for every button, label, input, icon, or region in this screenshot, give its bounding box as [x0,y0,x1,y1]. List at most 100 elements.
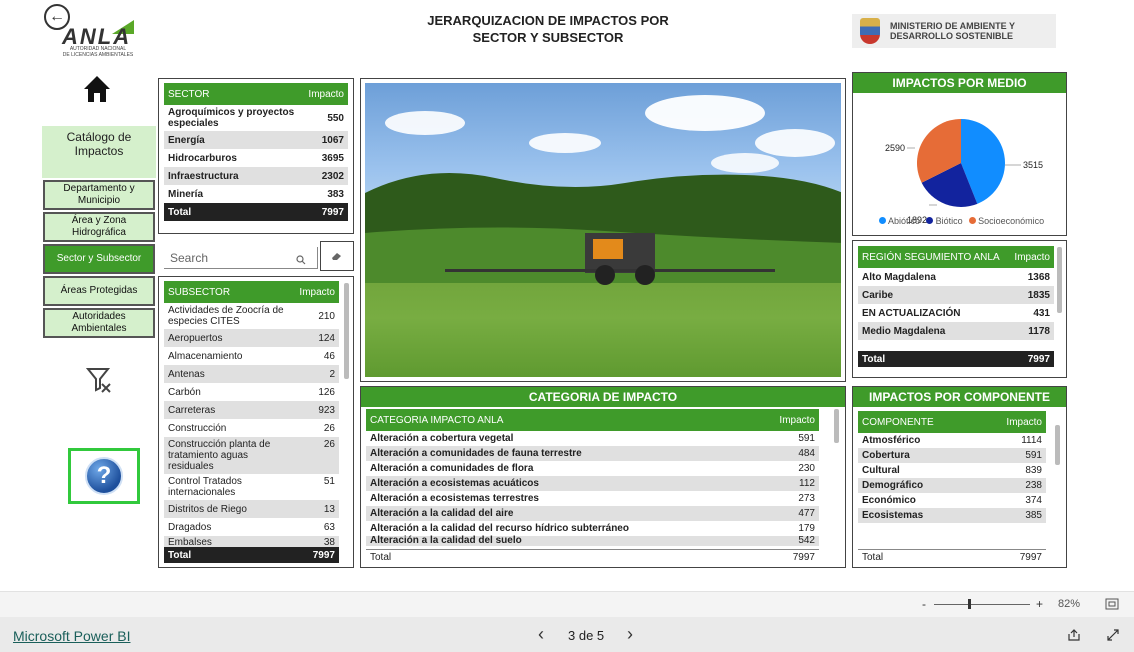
column-header[interactable]: Impacto [1010,246,1054,268]
eraser-icon [332,253,341,260]
table-row[interactable]: Caribe 1835 [858,286,1054,304]
search-slicer [158,241,354,271]
table-row[interactable]: Cobertura 591 [858,448,1046,463]
fullscreen-icon[interactable] [1106,628,1120,642]
table-row[interactable]: Actividades de Zoocría de especies CITES… [164,303,339,329]
anla-logo: ANLA AUTORIDAD NACIONAL DE LICENCIAS AMB… [52,14,144,58]
data-label-abiotico: 3515 [1023,160,1043,170]
total-row: Total 7997 [858,351,1054,367]
sector-table: SECTOR Impacto Agroquímicos y proyectos … [164,83,348,221]
clear-filter-icon[interactable] [86,366,112,394]
column-header[interactable]: REGIÓN SEGUMIENTO ANLA [858,246,1011,268]
column-header[interactable]: COMPONENTE [858,411,1000,433]
categoria-impacto-panel: CATEGORIA DE IMPACTO CATEGORIA IMPACTO A… [360,386,846,568]
pie-chart[interactable]: 2590 3515 1892 [853,93,1066,233]
table-row[interactable]: Construcción planta de tratamiento aguas… [164,437,339,474]
impactos-por-medio-panel: IMPACTOS POR MEDIO 2590 3515 1892 Abióti… [852,72,1067,236]
table-row[interactable]: Antenas 2 [164,365,339,383]
zoom-in-button[interactable]: + [1036,597,1043,611]
table-row[interactable]: Demográfico 238 [858,478,1046,493]
zoom-bar: - + 82% [0,591,1134,617]
nav-area-zona-hidrografica[interactable]: Área y Zona Hidrográfica [43,212,155,242]
scrollbar[interactable] [1057,247,1062,313]
total-row: Total 7997 [164,203,348,221]
table-row[interactable]: Energía 1067 [164,131,348,149]
scrollbar[interactable] [344,283,349,379]
ministry-logo: MINISTERIO DE AMBIENTE Y DESARROLLO SOST… [852,14,1056,48]
fit-to-page-icon[interactable] [1105,598,1119,610]
logo-subtitle: AUTORIDAD NACIONAL DE LICENCIAS AMBIENTA… [62,46,134,58]
table-row[interactable]: Carreteras 923 [164,401,339,419]
home-icon[interactable] [82,74,112,104]
legend-item[interactable]: Socioeconómico [968,216,1044,226]
table-row[interactable]: Aeropuertos 124 [164,329,339,347]
coat-of-arms-icon [860,18,880,44]
table-row[interactable]: Atmosférico 1114 [858,433,1046,448]
power-bi-link[interactable]: Microsoft Power BI [13,628,130,644]
page-indicator: 3 de 5 [568,628,605,643]
table-row[interactable]: Distritos de Riego 13 [164,500,339,518]
help-icon: ? [85,457,123,495]
table-row[interactable]: Carbón 126 [164,383,339,401]
next-page-button[interactable]: › [627,624,633,645]
zoom-slider-thumb[interactable] [968,599,971,609]
eraser-button[interactable] [320,241,354,271]
table-row[interactable]: Alteración a cobertura vegetal 591 [366,431,819,446]
help-button[interactable]: ? [68,448,140,504]
table-row[interactable]: Almacenamiento 46 [164,347,339,365]
scrollbar[interactable] [1055,425,1060,465]
total-row: Total 7997 [164,547,339,563]
zoom-slider[interactable] [934,604,1030,605]
legend-item[interactable]: Biótico [926,216,963,226]
table-row[interactable]: Medio Magdalena 1178 [858,322,1054,340]
table-row[interactable]: Alteración a ecosistemas terrestres 273 [366,491,819,506]
data-label-socio: 2590 [885,143,905,153]
nav-sector-subsector[interactable]: Sector y Subsector [43,244,155,274]
nav-autoridades-ambientales[interactable]: Autoridades Ambientales [43,308,155,338]
table-row[interactable]: Infraestructura 2302 [164,167,348,185]
nav-departamento-municipio[interactable]: Departamento y Municipio [43,180,155,210]
panel-title: IMPACTOS POR COMPONENTE [853,387,1066,407]
column-header[interactable]: Impacto [769,409,819,431]
column-header[interactable]: SECTOR [164,83,305,105]
column-header[interactable]: Impacto [304,83,348,105]
table-row[interactable]: Alteración a ecosistemas acuáticos 112 [366,476,819,491]
total-row: Total 7997 [858,549,1046,565]
share-icon[interactable] [1067,628,1081,642]
legend-item[interactable]: Abiótico [879,216,920,226]
legend: Abiótico Biótico Socioeconómico [879,216,1044,226]
table-row[interactable]: Alteración a la calidad del aire 477 [366,506,819,521]
scrollbar[interactable] [834,409,839,443]
table-row[interactable]: Dragados 63 [164,518,339,536]
prev-page-button[interactable]: ‹ [538,624,544,645]
column-header[interactable]: Impacto [1000,411,1046,433]
tractor-field-image [360,78,846,382]
chart-title: IMPACTOS POR MEDIO [853,73,1066,93]
table-row[interactable]: Control Tratados internacionales 51 [164,474,339,500]
table-row[interactable]: Cultural 839 [858,463,1046,478]
nav-areas-protegidas[interactable]: Áreas Protegidas [43,276,155,306]
search-icon [296,255,306,265]
table-row[interactable]: Minería 383 [164,185,348,203]
table-row[interactable]: Económico 374 [858,493,1046,508]
column-header[interactable]: SUBSECTOR [164,281,296,303]
column-header[interactable]: CATEGORIA IMPACTO ANLA [366,409,769,431]
zoom-out-button[interactable]: - [922,597,926,611]
table-row[interactable]: Alteración a la calidad del recurso hídr… [366,521,819,536]
column-header[interactable]: Impacto [295,281,339,303]
table-row[interactable]: Hidrocarburos 3695 [164,149,348,167]
panel-title: CATEGORIA DE IMPACTO [361,387,845,407]
table-row[interactable]: Agroquímicos y proyectos especiales 550 [164,105,348,131]
table-row[interactable]: Alteración a la calidad del suelo 542 [366,536,819,546]
table-row[interactable]: Alteración a comunidades de fauna terres… [366,446,819,461]
table-row[interactable]: Alteración a comunidades de flora 230 [366,461,819,476]
table-row[interactable]: Ecosistemas 385 [858,508,1046,523]
table-row[interactable]: EN ACTUALIZACIÓN 431 [858,304,1054,322]
table-row[interactable]: Construcción 26 [164,419,339,437]
region-table-panel: REGIÓN SEGUMIENTO ANLA Impacto Alto Magd… [852,240,1067,378]
subsector-table-panel: SUBSECTOR Impacto Actividades de Zoocría… [158,276,354,568]
search-input[interactable] [164,247,318,269]
componente-table: COMPONENTE Impacto Atmosférico 1114 Cober… [858,411,1046,523]
table-row[interactable]: Alto Magdalena 1368 [858,268,1054,286]
categoria-table: CATEGORIA IMPACTO ANLA Impacto Alteració… [366,409,819,546]
